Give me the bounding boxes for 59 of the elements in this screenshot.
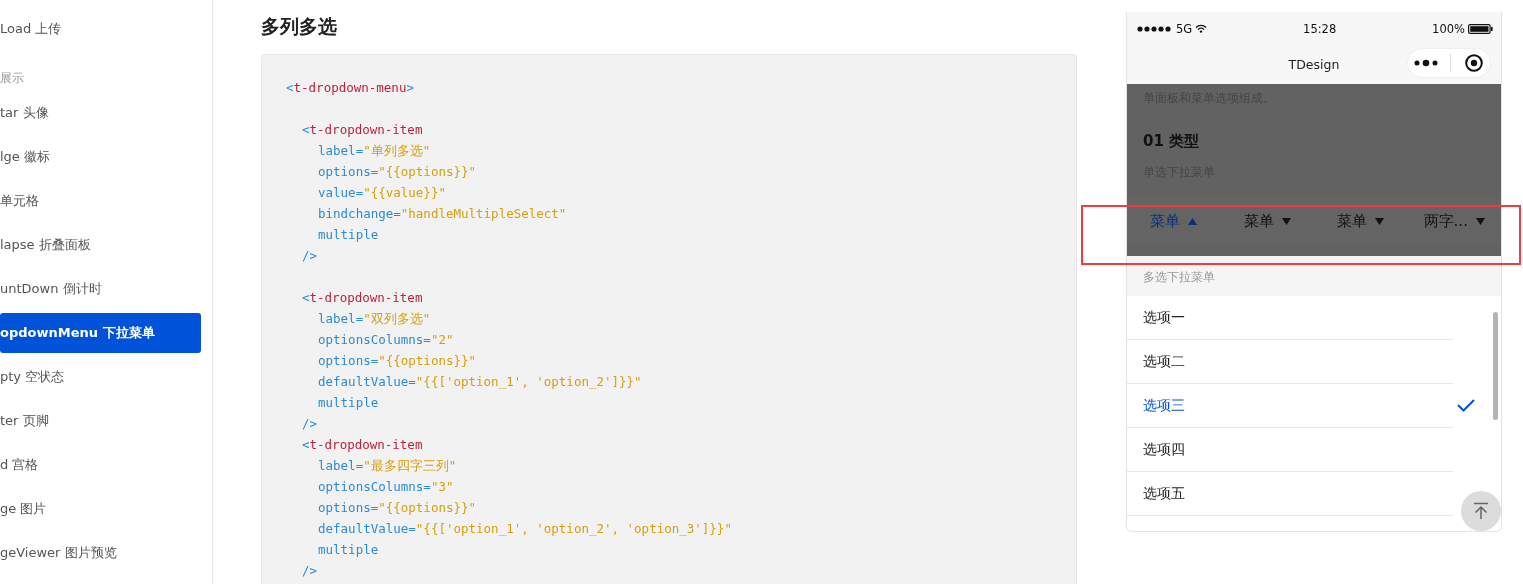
scrollbar[interactable] <box>1493 312 1498 420</box>
carrier-label: 5G <box>1176 21 1193 36</box>
code-line: multiple <box>317 226 380 244</box>
code-line: label="最多四字三列" <box>317 457 458 475</box>
code-line: label="单列多选" <box>317 142 432 160</box>
caret-down-icon <box>1475 217 1485 225</box>
demo-subheading: 多选下拉菜单 <box>1143 270 1215 284</box>
code-line: <t-dropdown-item <box>301 436 424 454</box>
battery-icon <box>1468 23 1493 34</box>
sidebar-item[interactable]: 单元格 <box>0 181 201 221</box>
code-line: optionsColumns="2" <box>317 331 455 349</box>
sidebar-item[interactable]: untDown 倒计时 <box>0 269 201 309</box>
signal-icon <box>1137 25 1173 32</box>
code-line: label="双列多选" <box>317 310 432 328</box>
code-line: multiple <box>317 394 380 412</box>
arrow-up-icon <box>1473 502 1489 520</box>
code-line: defaultValue="{{['option_1', 'option_2', 'option_3']}}" <box>317 520 733 538</box>
caret-down-icon <box>1375 217 1385 225</box>
code-line: options="{{options}}" <box>317 352 478 370</box>
code-line: options="{{options}}" <box>317 499 478 517</box>
sidebar-item[interactable]: lapse 折叠面板 <box>0 225 201 265</box>
sidebar-item[interactable]: d 宫格 <box>0 445 201 485</box>
sidebar-item[interactable]: Load 上传 <box>0 9 201 49</box>
wifi-icon <box>1195 24 1208 33</box>
more-icon[interactable] <box>1414 59 1439 67</box>
capsule-menu[interactable] <box>1407 48 1491 78</box>
dropdown-option[interactable]: 选项四 <box>1127 428 1453 472</box>
sidebar-item[interactable]: geViewer 图片预览 <box>0 533 201 573</box>
sidebar-item[interactable]: lge 徽标 <box>0 137 201 177</box>
dropdown-option[interactable]: 选项一 <box>1127 296 1453 340</box>
code-line: /> <box>301 415 319 433</box>
dropdown-option[interactable]: 选项二 <box>1127 340 1453 384</box>
code-line: /> <box>301 562 319 580</box>
code-line: optionsColumns="3" <box>317 478 455 496</box>
code-line: <t-dropdown-menu> <box>286 79 415 97</box>
code-line: bindchange="handleMultipleSelect" <box>317 205 568 223</box>
code-line: /> <box>301 247 319 265</box>
code-line: multiple <box>317 541 380 559</box>
code-line: value="{{value}}" <box>317 184 447 202</box>
battery-percent: 100% <box>1432 21 1465 36</box>
sidebar-item[interactable]: opdownMenu 下拉菜单 <box>0 313 201 353</box>
sidebar-item[interactable]: ge 图片 <box>0 489 201 529</box>
demo-heading: 01 类型 <box>1143 131 1201 152</box>
code-line: options="{{options}}" <box>317 163 478 181</box>
nav-title: TDesign <box>1288 57 1340 72</box>
code-line: <t-dropdown-item <box>301 289 424 307</box>
code-line: <t-dropdown-item <box>301 121 424 139</box>
caret-up-icon <box>1188 217 1198 225</box>
sidebar-item[interactable]: ter 页脚 <box>0 401 201 441</box>
dropdown-option[interactable]: 选项五 <box>1127 472 1453 516</box>
caret-down-icon <box>1281 217 1291 225</box>
code-line: defaultValue="{{['option_1', 'option_2']}}" <box>317 373 643 391</box>
status-time: 15:28 <box>1303 21 1337 36</box>
sidebar-item[interactable]: tar 头像 <box>0 93 201 133</box>
dropdown-option[interactable]: 选项三 <box>1127 384 1453 428</box>
sidebar-item[interactable]: pty 空状态 <box>0 357 201 397</box>
check-icon <box>1457 399 1475 412</box>
sidebar-group-label: 展示 <box>0 70 25 87</box>
section-title: 多列多选 <box>261 14 338 38</box>
